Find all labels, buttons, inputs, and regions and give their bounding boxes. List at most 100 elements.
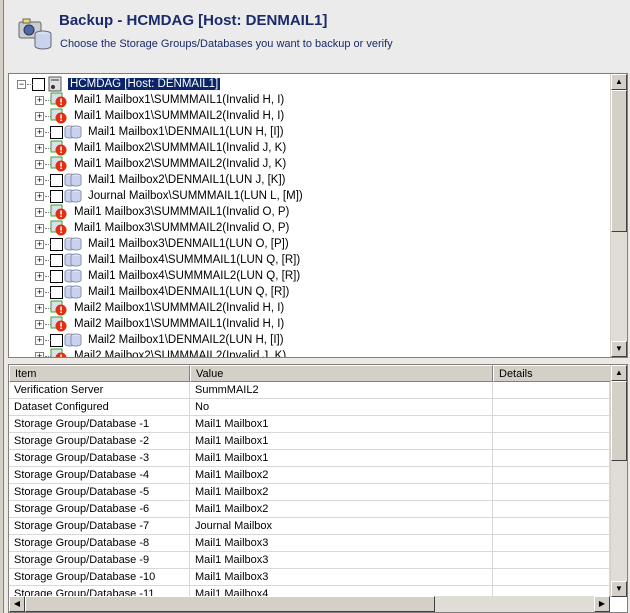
tree-item[interactable]: + Mail2 Mailbox2\SUMMMAIL2(Invalid J, K) (35, 348, 288, 357)
item-checkbox[interactable] (50, 333, 63, 347)
tree-item[interactable]: + Journal Mailbox\SUMMMAIL1(LUN L, [M]) (35, 188, 305, 204)
item-checkbox[interactable] (50, 285, 63, 299)
expand-icon[interactable]: + (35, 351, 51, 357)
invalid-database-icon (50, 316, 67, 332)
item-checkbox[interactable] (50, 189, 63, 203)
tree-item-label[interactable]: Mail2 Mailbox1\DENMAIL2(LUN H, [I]) (86, 334, 286, 346)
tree-item[interactable]: + Mail1 Mailbox2\SUMMMAIL2(Invalid J, K) (35, 156, 288, 172)
table-row[interactable]: Storage Group/Database -2 Mail1 Mailbox1 (9, 433, 610, 450)
storage-group-tree[interactable]: − HCMDAG [Host: DENMAIL1] ▲ ▼ + Mail1 Mai… (8, 73, 628, 358)
table-row[interactable]: Storage Group/Database -5 Mail1 Mailbox2 (9, 484, 610, 501)
tree-item[interactable]: + Mail1 Mailbox3\DENMAIL1(LUN O, [P]) (35, 236, 291, 252)
tree-item-label[interactable]: Mail1 Mailbox2\SUMMMAIL2(Invalid J, K) (72, 158, 288, 170)
tree-item-label[interactable]: Mail2 Mailbox2\SUMMMAIL2(Invalid J, K) (72, 350, 288, 357)
tree-root-label[interactable]: HCMDAG [Host: DENMAIL1] (68, 78, 221, 90)
expand-icon[interactable]: + (35, 255, 51, 265)
expand-icon[interactable]: + (35, 191, 51, 201)
scroll-down-button[interactable]: ▼ (611, 581, 627, 597)
table-row[interactable]: Storage Group/Database -8 Mail1 Mailbox3 (9, 535, 610, 552)
tree-item-label[interactable]: Mail1 Mailbox2\SUMMMAIL1(Invalid J, K) (72, 142, 288, 154)
tree-item[interactable]: + Mail1 Mailbox4\SUMMMAIL2(LUN Q, [R]) (35, 268, 302, 284)
expand-icon[interactable]: + (35, 207, 51, 217)
tree-item[interactable]: + Mail1 Mailbox3\SUMMMAIL1(Invalid O, P) (35, 204, 291, 220)
table-row[interactable]: Dataset Configured No (9, 399, 610, 416)
expand-icon[interactable]: + (35, 223, 51, 233)
cell-details (493, 501, 610, 518)
table-row[interactable]: Storage Group/Database -6 Mail1 Mailbox2 (9, 501, 610, 518)
table-row[interactable]: Storage Group/Database -1 Mail1 Mailbox1 (9, 416, 610, 433)
tree-item-label[interactable]: Mail1 Mailbox1\SUMMMAIL1(Invalid H, I) (72, 94, 286, 106)
scroll-up-button[interactable]: ▲ (611, 365, 627, 381)
cell-value: Mail1 Mailbox2 (190, 484, 493, 501)
tree-item-label[interactable]: Mail1 Mailbox4\SUMMMAIL2(LUN Q, [R]) (86, 270, 302, 282)
item-checkbox[interactable] (50, 173, 63, 187)
tree-item[interactable]: + Mail1 Mailbox4\SUMMMAIL1(LUN Q, [R]) (35, 252, 302, 268)
cell-item: Storage Group/Database -2 (9, 433, 190, 450)
tree-item-label[interactable]: Mail1 Mailbox4\DENMAIL1(LUN Q, [R]) (86, 286, 291, 298)
tree-item-label[interactable]: Mail1 Mailbox3\DENMAIL1(LUN O, [P]) (86, 238, 291, 250)
scroll-up-button[interactable]: ▲ (611, 74, 627, 90)
expand-icon[interactable]: + (35, 319, 51, 329)
expand-icon[interactable]: + (35, 111, 51, 121)
expand-icon[interactable]: + (35, 239, 51, 249)
table-row[interactable]: Storage Group/Database -10 Mail1 Mailbox3 (9, 569, 610, 586)
scroll-thumb[interactable] (25, 596, 435, 612)
expand-icon[interactable]: + (35, 127, 51, 137)
expand-icon[interactable]: + (35, 159, 51, 169)
tree-item[interactable]: + Mail1 Mailbox2\SUMMMAIL1(Invalid J, K) (35, 140, 288, 156)
tree-item[interactable]: + Mail1 Mailbox3\SUMMMAIL2(Invalid O, P) (35, 220, 291, 236)
item-checkbox[interactable] (50, 125, 63, 139)
expand-icon[interactable]: + (35, 335, 51, 345)
scroll-left-button[interactable]: ◀ (9, 596, 25, 612)
table-horizontal-scrollbar[interactable]: ◀ ▶ (9, 596, 610, 612)
item-checkbox[interactable] (50, 269, 63, 283)
scroll-right-button[interactable]: ▶ (594, 596, 610, 612)
scroll-thumb[interactable] (611, 381, 627, 461)
backup-camera-database-icon (18, 18, 52, 50)
tree-item[interactable]: + Mail2 Mailbox1\DENMAIL2(LUN H, [I]) (35, 332, 286, 348)
item-checkbox[interactable] (50, 237, 63, 251)
tree-item-label[interactable]: Mail1 Mailbox3\SUMMMAIL1(Invalid O, P) (72, 206, 291, 218)
tree-item[interactable]: + Mail1 Mailbox4\DENMAIL1(LUN Q, [R]) (35, 284, 291, 300)
cell-value: Mail1 Mailbox2 (190, 501, 493, 518)
tree-root[interactable]: − HCMDAG [Host: DENMAIL1] (17, 76, 221, 92)
expand-icon[interactable]: + (35, 175, 51, 185)
column-header-item[interactable]: Item (9, 365, 190, 382)
root-checkbox[interactable] (32, 77, 45, 91)
tree-item-label[interactable]: Mail2 Mailbox1\SUMMMAIL1(Invalid H, I) (72, 318, 286, 330)
expand-icon[interactable]: + (35, 287, 51, 297)
scroll-thumb[interactable] (611, 90, 627, 232)
expand-icon[interactable]: + (35, 303, 51, 313)
tree-item[interactable]: + Mail1 Mailbox1\SUMMMAIL1(Invalid H, I) (35, 92, 286, 108)
table-row[interactable]: Storage Group/Database -3 Mail1 Mailbox1 (9, 450, 610, 467)
cell-value: Mail1 Mailbox3 (190, 569, 493, 586)
tree-item[interactable]: + Mail2 Mailbox1\SUMMMAIL2(Invalid H, I) (35, 300, 286, 316)
expand-icon[interactable]: + (35, 271, 51, 281)
tree-item-label[interactable]: Mail1 Mailbox1\SUMMMAIL2(Invalid H, I) (72, 110, 286, 122)
tree-item[interactable]: + Mail2 Mailbox1\SUMMMAIL1(Invalid H, I) (35, 316, 286, 332)
table-row[interactable]: Storage Group/Database -7 Journal Mailbox (9, 518, 610, 535)
tree-item[interactable]: + Mail1 Mailbox1\SUMMMAIL2(Invalid H, I) (35, 108, 286, 124)
column-header-details[interactable]: Details (493, 365, 611, 382)
tree-item-label[interactable]: Mail1 Mailbox4\SUMMMAIL1(LUN Q, [R]) (86, 254, 302, 266)
expand-icon[interactable]: + (35, 95, 51, 105)
tree-item[interactable]: + Mail1 Mailbox2\DENMAIL1(LUN J, [K]) (35, 172, 287, 188)
item-checkbox[interactable] (50, 253, 63, 267)
table-row[interactable]: Verification Server SummMAIL2 (9, 382, 610, 399)
tree-item-label[interactable]: Mail1 Mailbox1\DENMAIL1(LUN H, [I]) (86, 126, 286, 138)
expand-icon[interactable]: + (35, 143, 51, 153)
tree-vertical-scrollbar[interactable]: ▲ ▼ (610, 74, 627, 357)
column-header-value[interactable]: Value (190, 365, 493, 382)
tree-item-label[interactable]: Mail2 Mailbox1\SUMMMAIL2(Invalid H, I) (72, 302, 286, 314)
table-vertical-scrollbar[interactable]: ▲ ▼ (610, 365, 627, 597)
table-row[interactable]: Storage Group/Database -9 Mail1 Mailbox3 (9, 552, 610, 569)
window-left-border (0, 0, 4, 613)
cell-item: Storage Group/Database -3 (9, 450, 190, 467)
tree-item[interactable]: + Mail1 Mailbox1\DENMAIL1(LUN H, [I]) (35, 124, 286, 140)
scroll-down-button[interactable]: ▼ (611, 341, 627, 357)
tree-item-label[interactable]: Mail1 Mailbox2\DENMAIL1(LUN J, [K]) (86, 174, 287, 186)
tree-item-label[interactable]: Mail1 Mailbox3\SUMMMAIL2(Invalid O, P) (72, 222, 291, 234)
tree-item-label[interactable]: Journal Mailbox\SUMMMAIL1(LUN L, [M]) (86, 190, 305, 202)
table-row[interactable]: Storage Group/Database -4 Mail1 Mailbox2 (9, 467, 610, 484)
collapse-icon[interactable]: − (17, 79, 33, 89)
